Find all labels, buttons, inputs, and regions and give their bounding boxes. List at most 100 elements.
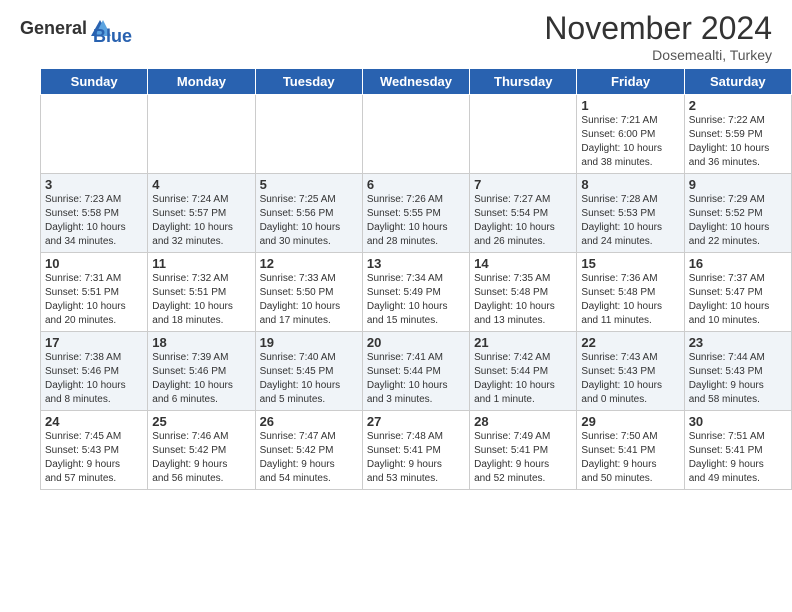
table-row: 20Sunrise: 7:41 AM Sunset: 5:44 PM Dayli… (362, 332, 469, 411)
table-row: 7Sunrise: 7:27 AM Sunset: 5:54 PM Daylig… (470, 174, 577, 253)
day-number: 2 (689, 98, 787, 113)
day-number: 25 (152, 414, 250, 429)
page-wrapper: General Blue November 2024 Dosemealti, T… (0, 0, 792, 490)
header: General Blue November 2024 Dosemealti, T… (0, 0, 792, 68)
col-monday: Monday (148, 69, 255, 95)
day-number: 19 (260, 335, 358, 350)
table-row: 19Sunrise: 7:40 AM Sunset: 5:45 PM Dayli… (255, 332, 362, 411)
day-info: Sunrise: 7:28 AM Sunset: 5:53 PM Dayligh… (581, 193, 679, 249)
day-number: 11 (152, 256, 250, 271)
table-row (362, 95, 469, 174)
day-info: Sunrise: 7:32 AM Sunset: 5:51 PM Dayligh… (152, 272, 250, 328)
col-tuesday: Tuesday (255, 69, 362, 95)
col-thursday: Thursday (470, 69, 577, 95)
day-info: Sunrise: 7:51 AM Sunset: 5:41 PM Dayligh… (689, 430, 787, 486)
table-row: 15Sunrise: 7:36 AM Sunset: 5:48 PM Dayli… (577, 253, 684, 332)
table-row: 25Sunrise: 7:46 AM Sunset: 5:42 PM Dayli… (148, 411, 255, 490)
day-number: 8 (581, 177, 679, 192)
day-number: 29 (581, 414, 679, 429)
day-number: 9 (689, 177, 787, 192)
table-row: 11Sunrise: 7:32 AM Sunset: 5:51 PM Dayli… (148, 253, 255, 332)
day-number: 24 (45, 414, 143, 429)
calendar-week-row: 24Sunrise: 7:45 AM Sunset: 5:43 PM Dayli… (41, 411, 792, 490)
day-info: Sunrise: 7:29 AM Sunset: 5:52 PM Dayligh… (689, 193, 787, 249)
day-info: Sunrise: 7:50 AM Sunset: 5:41 PM Dayligh… (581, 430, 679, 486)
location: Dosemealti, Turkey (544, 47, 772, 63)
table-row: 6Sunrise: 7:26 AM Sunset: 5:55 PM Daylig… (362, 174, 469, 253)
day-info: Sunrise: 7:35 AM Sunset: 5:48 PM Dayligh… (474, 272, 572, 328)
day-info: Sunrise: 7:44 AM Sunset: 5:43 PM Dayligh… (689, 351, 787, 407)
day-number: 16 (689, 256, 787, 271)
day-number: 4 (152, 177, 250, 192)
day-info: Sunrise: 7:37 AM Sunset: 5:47 PM Dayligh… (689, 272, 787, 328)
table-row: 22Sunrise: 7:43 AM Sunset: 5:43 PM Dayli… (577, 332, 684, 411)
table-row: 24Sunrise: 7:45 AM Sunset: 5:43 PM Dayli… (41, 411, 148, 490)
table-row: 23Sunrise: 7:44 AM Sunset: 5:43 PM Dayli… (684, 332, 791, 411)
day-number: 20 (367, 335, 465, 350)
table-row: 10Sunrise: 7:31 AM Sunset: 5:51 PM Dayli… (41, 253, 148, 332)
table-row: 17Sunrise: 7:38 AM Sunset: 5:46 PM Dayli… (41, 332, 148, 411)
col-wednesday: Wednesday (362, 69, 469, 95)
day-number: 23 (689, 335, 787, 350)
calendar-week-row: 1Sunrise: 7:21 AM Sunset: 6:00 PM Daylig… (41, 95, 792, 174)
col-saturday: Saturday (684, 69, 791, 95)
day-info: Sunrise: 7:21 AM Sunset: 6:00 PM Dayligh… (581, 114, 679, 170)
table-row: 13Sunrise: 7:34 AM Sunset: 5:49 PM Dayli… (362, 253, 469, 332)
day-number: 30 (689, 414, 787, 429)
day-info: Sunrise: 7:40 AM Sunset: 5:45 PM Dayligh… (260, 351, 358, 407)
table-row: 12Sunrise: 7:33 AM Sunset: 5:50 PM Dayli… (255, 253, 362, 332)
day-info: Sunrise: 7:49 AM Sunset: 5:41 PM Dayligh… (474, 430, 572, 486)
day-info: Sunrise: 7:23 AM Sunset: 5:58 PM Dayligh… (45, 193, 143, 249)
day-info: Sunrise: 7:27 AM Sunset: 5:54 PM Dayligh… (474, 193, 572, 249)
day-info: Sunrise: 7:24 AM Sunset: 5:57 PM Dayligh… (152, 193, 250, 249)
col-sunday: Sunday (41, 69, 148, 95)
table-row: 29Sunrise: 7:50 AM Sunset: 5:41 PM Dayli… (577, 411, 684, 490)
table-row: 27Sunrise: 7:48 AM Sunset: 5:41 PM Dayli… (362, 411, 469, 490)
col-friday: Friday (577, 69, 684, 95)
day-number: 21 (474, 335, 572, 350)
day-info: Sunrise: 7:33 AM Sunset: 5:50 PM Dayligh… (260, 272, 358, 328)
title-area: November 2024 Dosemealti, Turkey (544, 10, 772, 63)
table-row: 30Sunrise: 7:51 AM Sunset: 5:41 PM Dayli… (684, 411, 791, 490)
table-row (41, 95, 148, 174)
table-row: 21Sunrise: 7:42 AM Sunset: 5:44 PM Dayli… (470, 332, 577, 411)
day-info: Sunrise: 7:31 AM Sunset: 5:51 PM Dayligh… (45, 272, 143, 328)
logo: General Blue (20, 10, 132, 47)
table-row (148, 95, 255, 174)
table-row: 16Sunrise: 7:37 AM Sunset: 5:47 PM Dayli… (684, 253, 791, 332)
day-number: 22 (581, 335, 679, 350)
day-number: 26 (260, 414, 358, 429)
day-info: Sunrise: 7:42 AM Sunset: 5:44 PM Dayligh… (474, 351, 572, 407)
table-row: 3Sunrise: 7:23 AM Sunset: 5:58 PM Daylig… (41, 174, 148, 253)
logo-blue: Blue (93, 8, 132, 47)
month-title: November 2024 (544, 10, 772, 47)
table-row: 26Sunrise: 7:47 AM Sunset: 5:42 PM Dayli… (255, 411, 362, 490)
day-info: Sunrise: 7:26 AM Sunset: 5:55 PM Dayligh… (367, 193, 465, 249)
calendar-wrapper: Sunday Monday Tuesday Wednesday Thursday… (0, 68, 792, 490)
table-row: 1Sunrise: 7:21 AM Sunset: 6:00 PM Daylig… (577, 95, 684, 174)
table-row: 28Sunrise: 7:49 AM Sunset: 5:41 PM Dayli… (470, 411, 577, 490)
day-number: 7 (474, 177, 572, 192)
table-row: 9Sunrise: 7:29 AM Sunset: 5:52 PM Daylig… (684, 174, 791, 253)
day-number: 14 (474, 256, 572, 271)
calendar-week-row: 17Sunrise: 7:38 AM Sunset: 5:46 PM Dayli… (41, 332, 792, 411)
day-number: 12 (260, 256, 358, 271)
day-info: Sunrise: 7:39 AM Sunset: 5:46 PM Dayligh… (152, 351, 250, 407)
day-info: Sunrise: 7:22 AM Sunset: 5:59 PM Dayligh… (689, 114, 787, 170)
day-info: Sunrise: 7:36 AM Sunset: 5:48 PM Dayligh… (581, 272, 679, 328)
table-row (255, 95, 362, 174)
calendar-table: Sunday Monday Tuesday Wednesday Thursday… (40, 68, 792, 490)
table-row: 4Sunrise: 7:24 AM Sunset: 5:57 PM Daylig… (148, 174, 255, 253)
table-row: 5Sunrise: 7:25 AM Sunset: 5:56 PM Daylig… (255, 174, 362, 253)
calendar-header-row: Sunday Monday Tuesday Wednesday Thursday… (41, 69, 792, 95)
day-info: Sunrise: 7:45 AM Sunset: 5:43 PM Dayligh… (45, 430, 143, 486)
day-number: 15 (581, 256, 679, 271)
table-row: 8Sunrise: 7:28 AM Sunset: 5:53 PM Daylig… (577, 174, 684, 253)
day-number: 13 (367, 256, 465, 271)
calendar-week-row: 10Sunrise: 7:31 AM Sunset: 5:51 PM Dayli… (41, 253, 792, 332)
day-info: Sunrise: 7:46 AM Sunset: 5:42 PM Dayligh… (152, 430, 250, 486)
day-number: 3 (45, 177, 143, 192)
day-number: 28 (474, 414, 572, 429)
day-number: 1 (581, 98, 679, 113)
day-number: 27 (367, 414, 465, 429)
